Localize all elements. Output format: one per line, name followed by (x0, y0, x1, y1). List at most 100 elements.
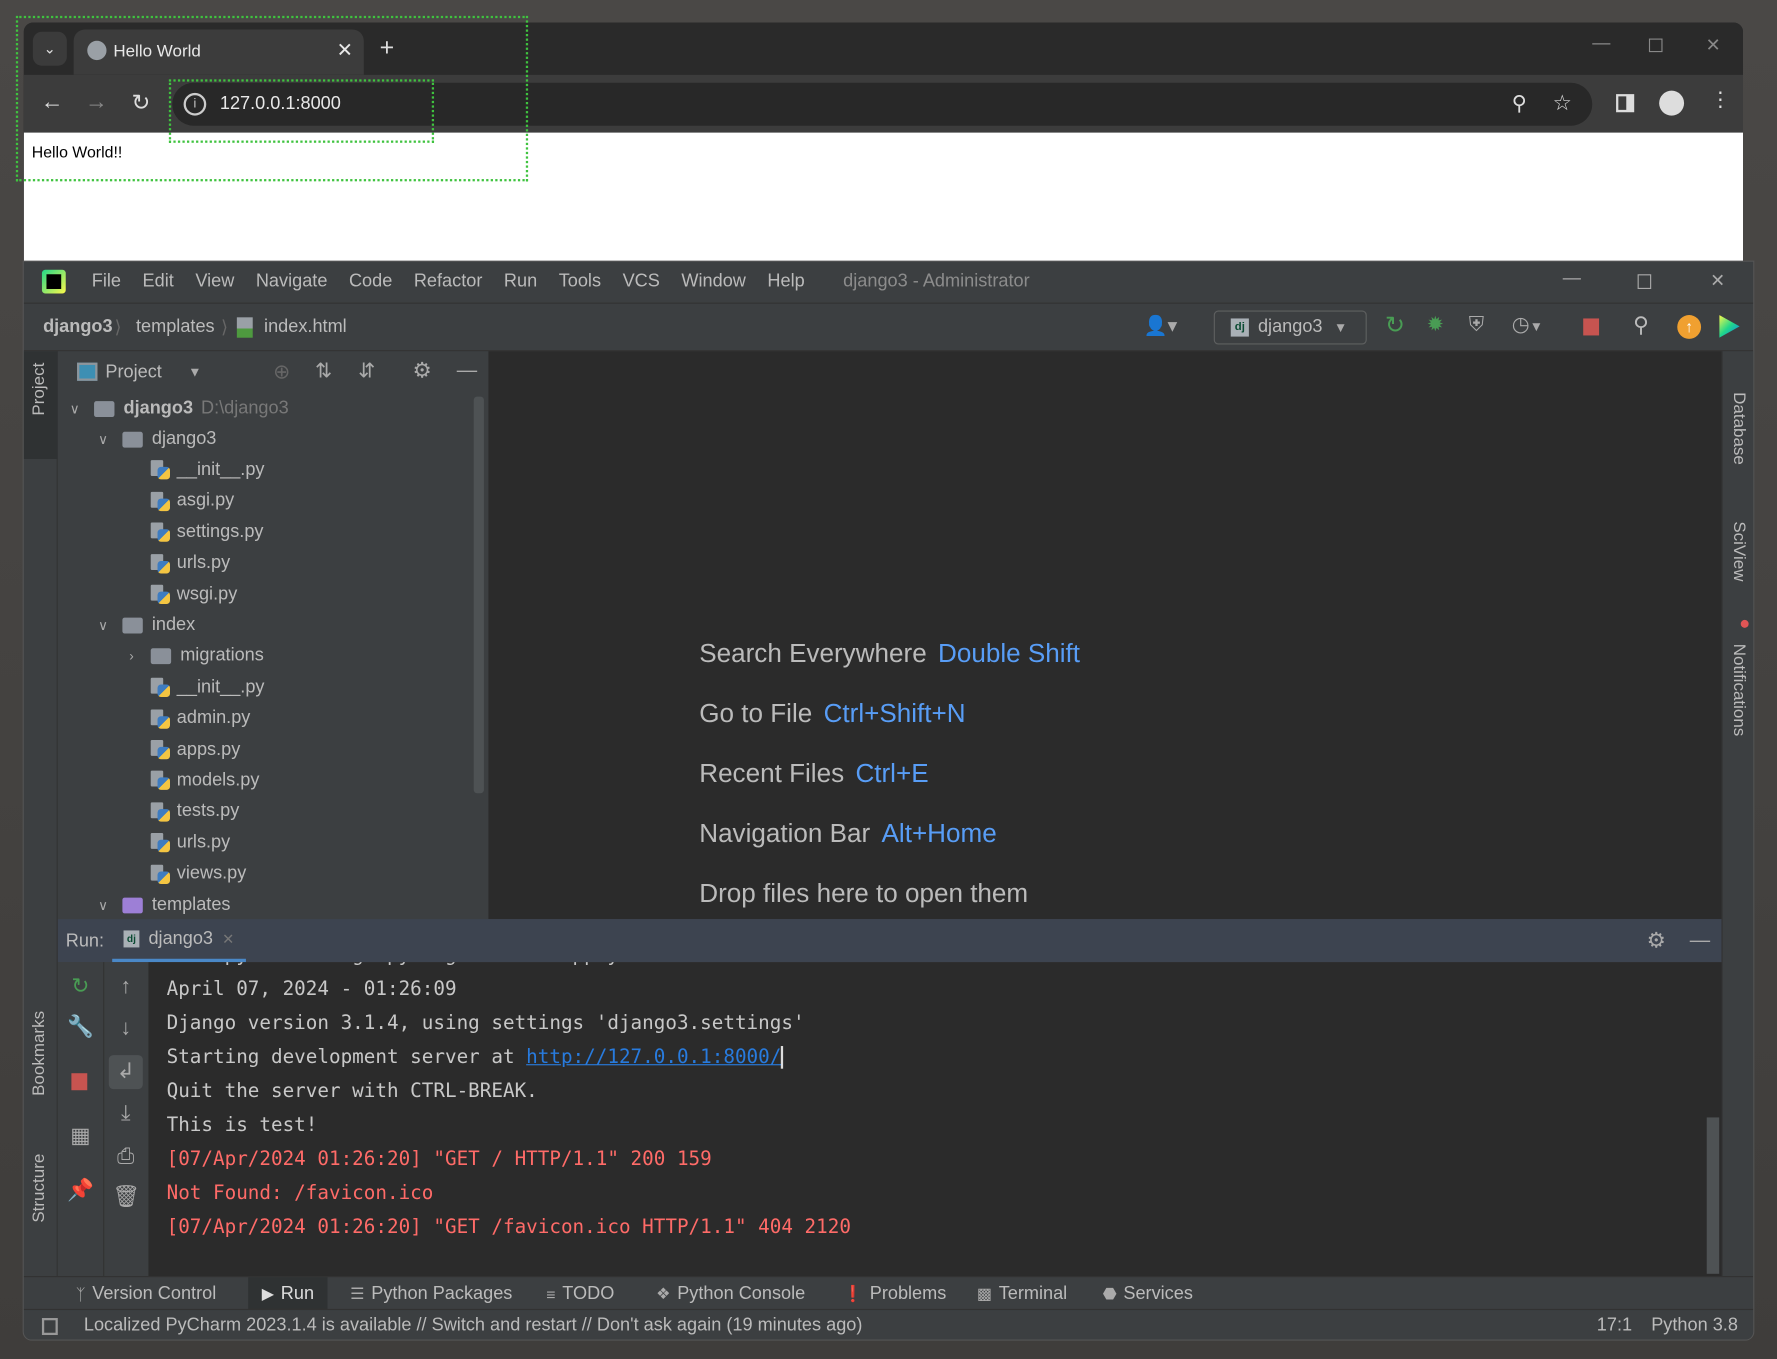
gear-icon[interactable]: ⚙ (1647, 928, 1666, 954)
tree-item[interactable]: __init__.py (124, 672, 264, 703)
code-with-me-icon[interactable] (1719, 315, 1740, 338)
minimize-icon[interactable]: — (1592, 34, 1610, 54)
hide-icon[interactable]: — (457, 358, 477, 382)
minimize-icon[interactable]: — (1563, 269, 1581, 289)
close-window-icon[interactable]: ✕ (1710, 270, 1725, 293)
rerun-icon[interactable]: ↻ (1385, 312, 1405, 340)
tree-item[interactable]: ∨ templates (95, 890, 230, 921)
server-url-link[interactable]: http://127.0.0.1:8000/ (526, 1046, 781, 1069)
breadcrumb-folder[interactable]: templates (136, 317, 215, 337)
tab-python-packages[interactable]: ☰ Python Packages (350, 1277, 512, 1310)
chevron-down-icon[interactable]: ∨ (95, 897, 111, 913)
side-panel-icon[interactable] (1616, 94, 1635, 113)
breadcrumb-project[interactable]: django3 (43, 317, 113, 337)
tab-python-console[interactable]: ❖ Python Console (656, 1277, 805, 1310)
scroll-to-end-icon[interactable]: ⤓ (112, 1100, 139, 1127)
print-icon[interactable]: ⎙ (112, 1143, 139, 1170)
toggle-tool-windows-icon[interactable] (41, 1318, 58, 1336)
tab-todo[interactable]: ≡ TODO (546, 1277, 614, 1310)
tree-item[interactable]: __init__.py (124, 455, 264, 486)
chevron-down-icon[interactable]: ▼ (188, 364, 201, 380)
update-icon[interactable]: ↑ (1677, 315, 1702, 339)
tree-item[interactable]: urls.py (124, 548, 230, 579)
user-icon[interactable]: 👤▾ (1143, 315, 1177, 338)
tree-root[interactable]: ∨ django3 D:\django3 (67, 393, 289, 424)
run-console[interactable]: Run 'python manage.py migrate' to apply … (148, 962, 1722, 1277)
menu-navigate[interactable]: Navigate (256, 272, 328, 292)
pin-icon[interactable]: 📌 (67, 1177, 94, 1204)
rerun-icon[interactable]: ↻ (67, 973, 94, 1000)
tab-problems[interactable]: ❗ Problems (843, 1277, 946, 1310)
tree-item[interactable]: wsgi.py (124, 579, 237, 610)
menu-window[interactable]: Window (681, 272, 745, 292)
tree-item[interactable]: › migrations (124, 641, 264, 672)
chevron-down-icon[interactable]: ∨ (95, 431, 111, 447)
tree-item[interactable]: ∨ index (95, 610, 195, 641)
caret-position[interactable]: 17:1 (1597, 1316, 1632, 1336)
tree-item[interactable]: views.py (124, 859, 246, 890)
menu-tools[interactable]: Tools (559, 272, 601, 292)
scroll-down-icon[interactable]: ↓ (112, 1015, 139, 1042)
maximize-icon[interactable] (1648, 38, 1663, 53)
menu-code[interactable]: Code (349, 272, 392, 292)
project-tool-button[interactable]: Project (23, 351, 58, 459)
menu-refactor[interactable]: Refactor (414, 272, 483, 292)
menu-icon[interactable]: ⋮ (1710, 88, 1730, 112)
close-window-icon[interactable]: ✕ (1706, 34, 1721, 57)
tree-item[interactable]: tests.py (124, 796, 239, 827)
wrench-icon[interactable]: 🔧 (67, 1014, 94, 1041)
coverage-icon[interactable]: ⛨ (1469, 313, 1484, 337)
stop-icon[interactable] (1583, 318, 1600, 336)
stop-icon[interactable] (71, 1073, 88, 1091)
tree-item[interactable]: settings.py (124, 517, 263, 548)
tree-item[interactable]: urls.py (124, 828, 230, 859)
menu-file[interactable]: File (92, 272, 121, 292)
tab-version-control[interactable]: ᛉ Version Control (76, 1277, 216, 1310)
trash-icon[interactable]: 🗑 (112, 1184, 139, 1211)
menu-run[interactable]: Run (504, 272, 537, 292)
menu-view[interactable]: View (195, 272, 234, 292)
interpreter-selector[interactable]: Python 3.8 (1651, 1316, 1738, 1336)
menu-help[interactable]: Help (767, 272, 804, 292)
tree-item[interactable]: apps.py (124, 734, 240, 765)
breadcrumb-file[interactable]: index.html (264, 317, 347, 337)
profile-icon[interactable]: ◷▼ (1512, 313, 1543, 337)
structure-tool-button[interactable]: Structure (29, 1154, 48, 1223)
zoom-icon[interactable]: ⚲ (1512, 92, 1527, 116)
gear-icon[interactable]: ⚙ (413, 358, 432, 384)
menu-vcs[interactable]: VCS (623, 272, 660, 292)
search-icon[interactable]: ⚲ (1633, 313, 1649, 339)
locate-icon[interactable]: ⊕ (273, 360, 290, 384)
status-message[interactable]: Localized PyCharm 2023.1.4 is available … (84, 1316, 863, 1336)
menu-edit[interactable]: Edit (143, 272, 174, 292)
tab-terminal[interactable]: ▩ Terminal (977, 1277, 1067, 1310)
tree-item[interactable]: ∨ django3 (95, 424, 216, 455)
console-scrollbar[interactable] (1706, 1117, 1720, 1274)
notifications-tool-button[interactable]: Notifications (1729, 644, 1748, 737)
bookmark-star-icon[interactable]: ☆ (1553, 91, 1572, 117)
tree-item[interactable]: asgi.py (124, 486, 234, 517)
chevron-right-icon[interactable]: › (124, 649, 140, 665)
bookmarks-tool-button[interactable]: Bookmarks (29, 1011, 48, 1096)
tab-services[interactable]: ⬣ Services (1103, 1277, 1193, 1310)
hide-icon[interactable]: — (1690, 928, 1710, 952)
soft-wrap-icon[interactable]: ↲ (108, 1055, 143, 1090)
collapse-all-icon[interactable]: ⇵ (358, 359, 375, 383)
tab-run[interactable]: ▶ Run (248, 1277, 328, 1311)
project-view-selector[interactable]: Project (105, 363, 161, 383)
debug-icon[interactable]: ✹ (1427, 313, 1444, 337)
chevron-down-icon[interactable]: ∨ (95, 618, 111, 634)
profile-icon[interactable] (1659, 90, 1685, 116)
run-config-selector[interactable]: dj django3 ▼ (1213, 310, 1367, 345)
tree-item[interactable]: models.py (124, 765, 259, 796)
layout-icon[interactable]: ▦ (67, 1123, 94, 1150)
database-tool-button[interactable]: Database (1729, 392, 1748, 465)
expand-all-icon[interactable]: ⇅ (315, 359, 332, 383)
scroll-up-icon[interactable]: ↑ (112, 973, 139, 1000)
sciview-tool-button[interactable]: SciView (1729, 521, 1748, 581)
chevron-down-icon[interactable]: ∨ (67, 401, 83, 417)
tree-item[interactable]: admin.py (124, 703, 250, 734)
run-tab-django3[interactable]: dj django3 ✕ (112, 919, 246, 963)
maximize-icon[interactable] (1637, 274, 1652, 289)
project-scrollbar[interactable] (473, 396, 484, 794)
